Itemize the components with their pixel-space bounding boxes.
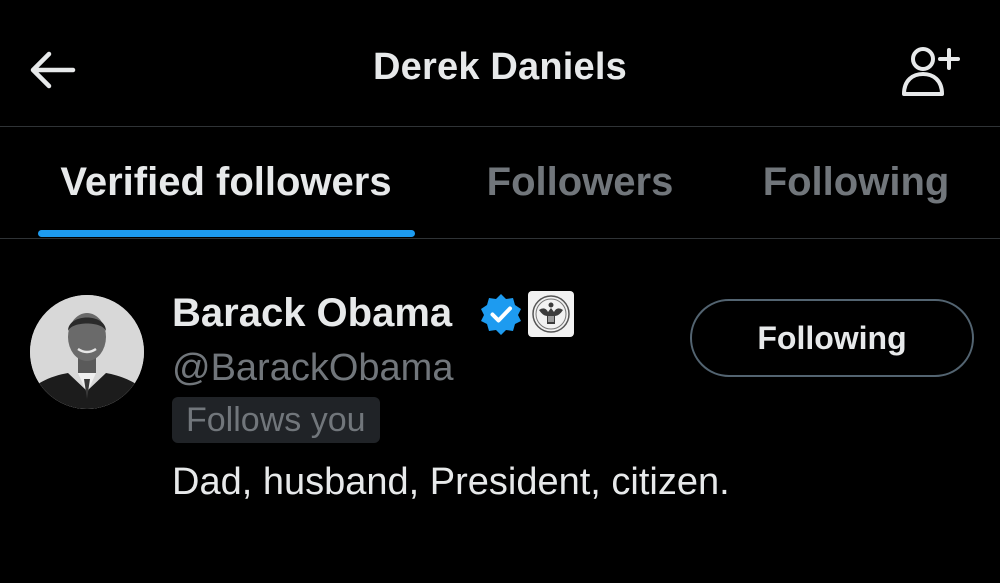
tab-followers[interactable]: Followers [462,127,698,238]
avatar[interactable] [30,295,144,409]
active-tab-indicator [38,230,415,237]
tab-verified-followers[interactable]: Verified followers [30,127,422,238]
verified-badge-icon [481,294,521,335]
user-handle: @BarackObama [172,347,454,389]
top-bar: Derek Daniels [0,0,1000,127]
profile-photo-icon [30,295,144,409]
user-display-name[interactable]: Barack Obama [172,291,452,336]
add-user-button[interactable] [894,38,966,102]
list-item[interactable]: Barack Obama @BarackObama Follows you Da… [0,239,1000,529]
follows-you-badge: Follows you [172,397,380,443]
government-seal-icon [528,291,574,337]
follower-tabs: Verified followers Followers Following [0,127,1000,239]
tab-following[interactable]: Following [738,127,974,238]
add-user-icon [902,47,960,96]
following-button[interactable]: Following [690,299,974,377]
page-title: Derek Daniels [373,46,627,88]
user-bio: Dad, husband, President, citizen. [172,461,730,503]
